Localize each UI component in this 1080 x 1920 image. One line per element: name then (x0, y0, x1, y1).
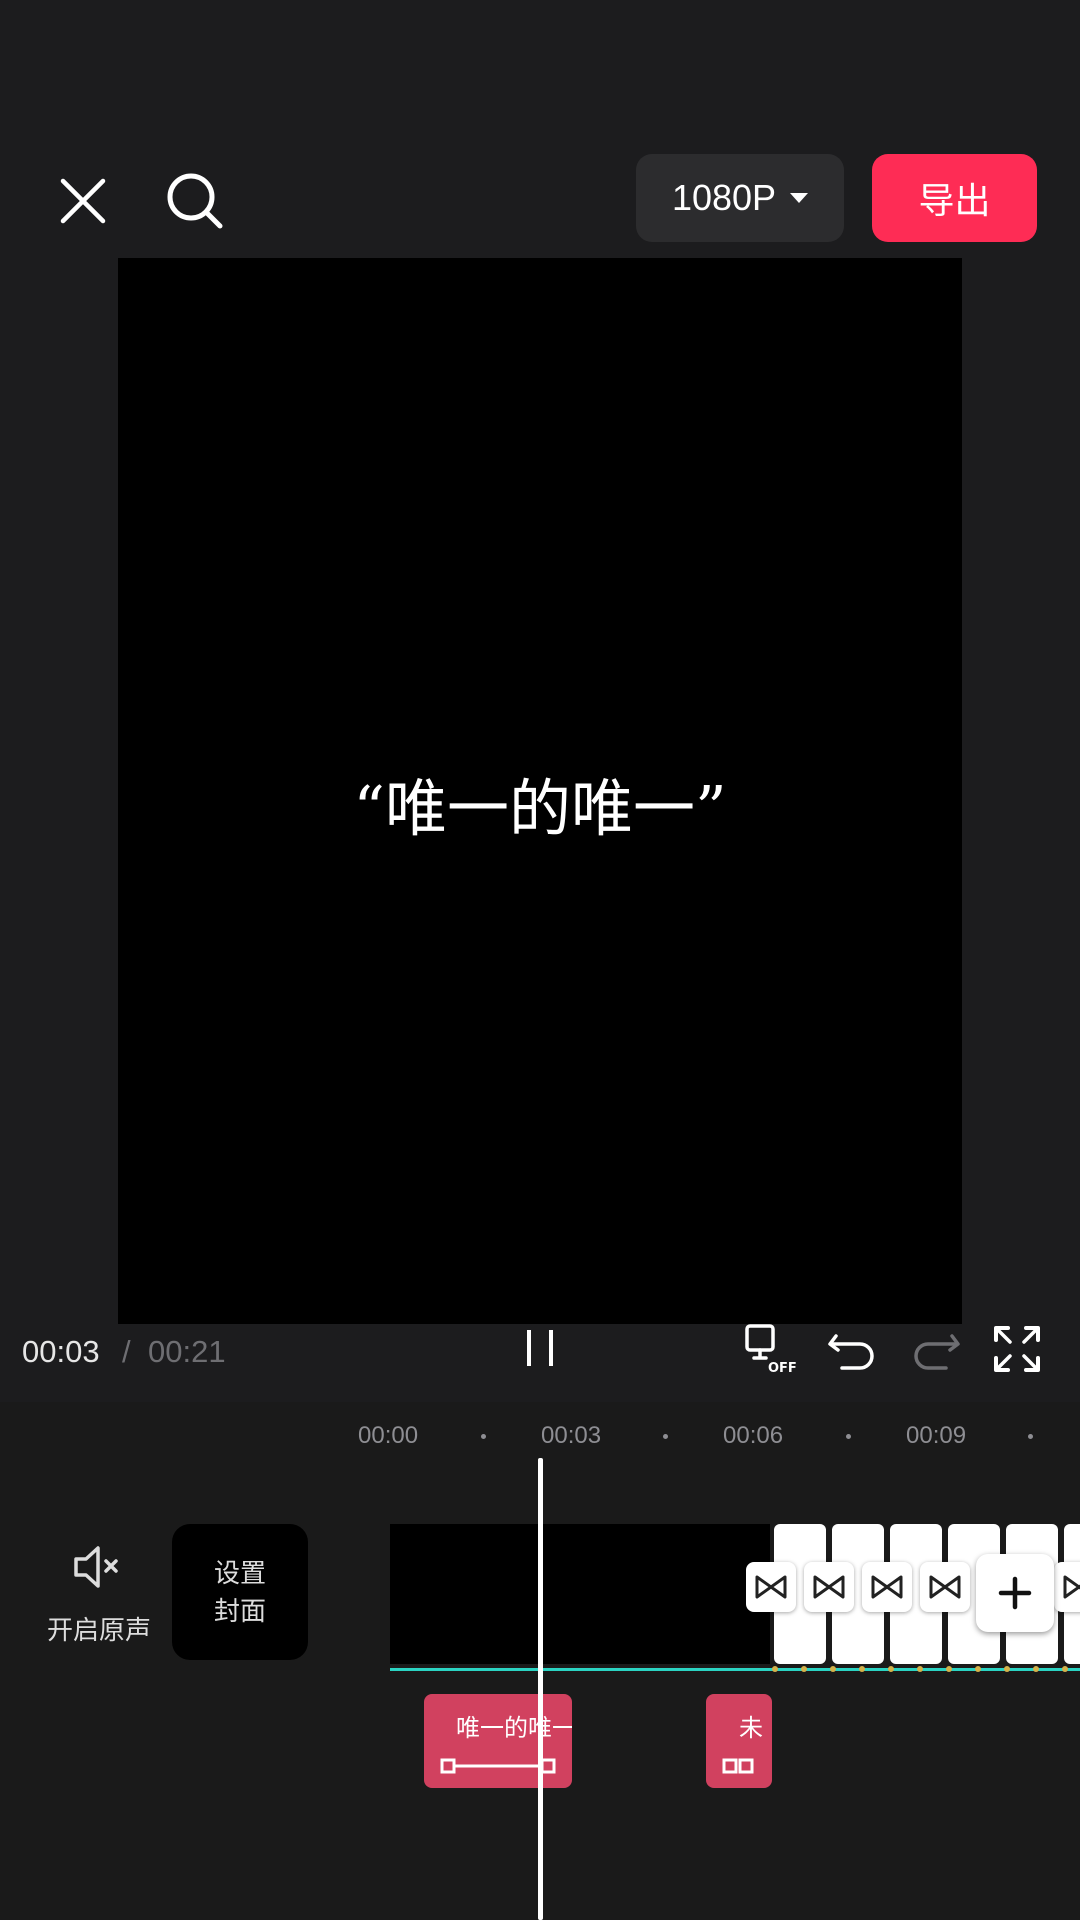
ruler-dot (1028, 1434, 1033, 1439)
original-sound-toggle[interactable]: 开启原声 (36, 1540, 162, 1650)
transition-icon (871, 1575, 903, 1599)
video-clip[interactable] (390, 1524, 770, 1664)
beat-marker (830, 1666, 836, 1672)
playhead[interactable] (538, 1458, 543, 1920)
cover-label-line2: 封面 (213, 1596, 266, 1626)
add-clip-button[interactable] (976, 1554, 1054, 1632)
undo-button[interactable] (826, 1322, 880, 1376)
beat-marker (1004, 1666, 1010, 1672)
ruler-dot (663, 1434, 668, 1439)
video-track[interactable] (390, 1524, 1080, 1664)
video-preview[interactable]: “唯一的唯一” (118, 258, 962, 1324)
transition-button[interactable] (804, 1562, 854, 1612)
set-cover-button[interactable]: 设置 封面 (172, 1524, 308, 1660)
beat-marker (859, 1666, 865, 1672)
beat-marker (801, 1666, 807, 1672)
text-clip[interactable]: 唯一的唯一 (424, 1694, 572, 1788)
redo-button[interactable] (908, 1322, 962, 1376)
time-separator: / (122, 1334, 131, 1369)
ruler-label: 00:03 (541, 1422, 602, 1449)
transition-icon (929, 1575, 961, 1599)
text-clip-handle-icon (722, 1758, 754, 1774)
plus-icon (998, 1576, 1032, 1610)
text-clip-label: 唯一的唯一 (456, 1715, 572, 1742)
beat-marker (946, 1666, 952, 1672)
transition-icon (813, 1575, 845, 1599)
chevron-down-icon (790, 193, 809, 203)
search-icon (167, 173, 223, 229)
pause-button[interactable] (520, 1324, 560, 1372)
ruler-label: 00:09 (906, 1422, 967, 1449)
ruler-label: 00:06 (723, 1422, 784, 1449)
top-bar: 1080P 导出 (0, 0, 1080, 255)
text-clip-label: 未 (739, 1715, 763, 1742)
ruler-label: 00:00 (358, 1422, 419, 1449)
fullscreen-button[interactable] (990, 1322, 1044, 1376)
transition-button[interactable] (862, 1562, 912, 1612)
keyframe-button[interactable]: OFF (744, 1322, 798, 1376)
ruler-dot (481, 1434, 486, 1439)
text-clip[interactable]: 未 (706, 1694, 772, 1788)
svg-text:OFF: OFF (768, 1361, 797, 1376)
beat-marker (975, 1666, 981, 1672)
beat-marker (888, 1666, 894, 1672)
transition-button[interactable] (1054, 1562, 1080, 1612)
redo-icon (914, 1334, 960, 1370)
cover-label-line1: 设置 (213, 1558, 266, 1588)
close-button[interactable] (50, 168, 116, 234)
beat-marker (1062, 1666, 1068, 1672)
current-time: 00:03 (22, 1334, 100, 1369)
preview-subtitle: “唯一的唯一” (353, 772, 727, 845)
transition-button[interactable] (746, 1562, 796, 1612)
resolution-label: 1080P (671, 177, 777, 218)
original-sound-label: 开启原声 (46, 1615, 151, 1645)
close-icon (60, 178, 106, 224)
transition-icon (755, 1575, 787, 1599)
transition-icon (1063, 1575, 1080, 1599)
beat-marker (772, 1666, 778, 1672)
beat-marker (917, 1666, 923, 1672)
playback-controls: 00:03 / 00:21 OFF (0, 1320, 1080, 1380)
speaker-muted-icon (74, 1546, 118, 1588)
search-button[interactable] (160, 166, 230, 236)
export-button[interactable]: 导出 (872, 154, 1037, 242)
total-time: 00:21 (148, 1334, 226, 1369)
ruler-dot (846, 1434, 851, 1439)
transition-button[interactable] (920, 1562, 970, 1612)
keyframe-off-icon: OFF (745, 1324, 797, 1376)
beat-marker (1033, 1666, 1039, 1672)
resolution-dropdown[interactable]: 1080P (636, 154, 844, 242)
pause-icon (527, 1330, 553, 1366)
fullscreen-icon (994, 1326, 1040, 1372)
undo-icon (828, 1334, 874, 1370)
